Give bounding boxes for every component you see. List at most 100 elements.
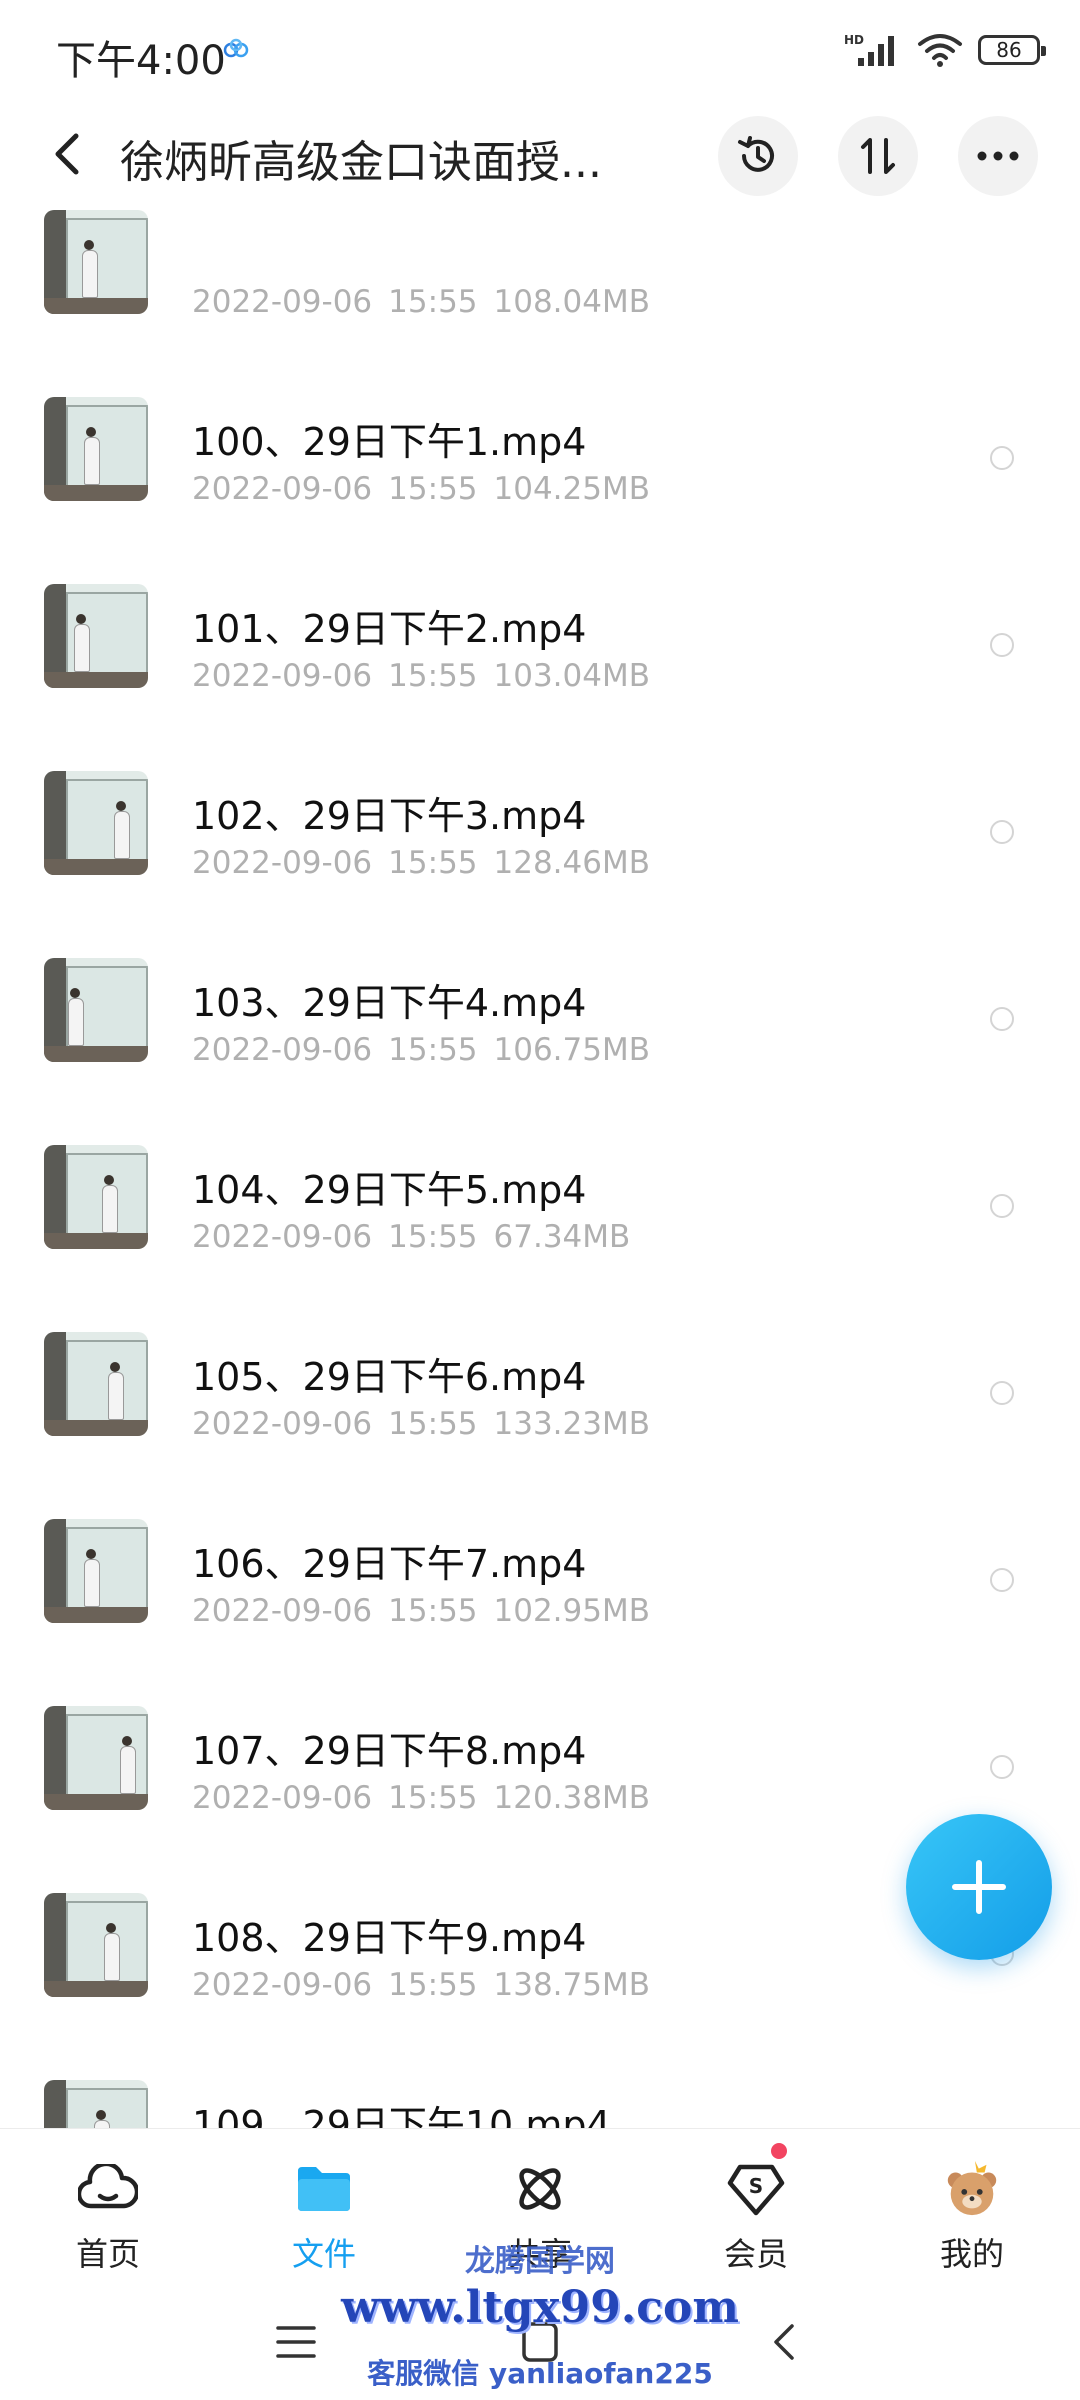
file-meta: 2022-09-06 15:55 128.46MB: [192, 845, 666, 881]
history-button[interactable]: [718, 116, 798, 196]
back-button[interactable]: [42, 124, 92, 184]
video-thumbnail: [44, 2080, 148, 2130]
file-meta: 2022-09-06 15:55 133.23MB: [192, 1406, 666, 1442]
thumb-person-head: [122, 1736, 132, 1746]
thumb-wall: [44, 2080, 66, 2130]
thumb-person: [108, 1372, 124, 1420]
file-time: 15:55: [388, 1593, 478, 1629]
file-size: 133.23MB: [493, 1406, 650, 1442]
thumb-person: [74, 624, 90, 672]
sort-button[interactable]: [838, 116, 918, 196]
thumb-person-head: [76, 614, 86, 624]
select-checkbox[interactable]: [990, 1755, 1014, 1779]
thumb-person-head: [104, 1175, 114, 1185]
share-atom-icon: [510, 2159, 570, 2219]
thumb-whiteboard: [66, 1340, 148, 1426]
thumb-person: [82, 250, 98, 298]
file-time: 15:55: [388, 284, 478, 320]
thumb-whiteboard: [66, 405, 148, 491]
file-row[interactable]: 2022-09-06 15:55 108.04MB: [0, 210, 1080, 347]
thumb-person: [120, 1746, 136, 1794]
select-checkbox[interactable]: [990, 1568, 1014, 1592]
thumb-person-head: [86, 427, 96, 437]
file-date: 2022-09-06: [192, 658, 373, 694]
file-meta: 2022-09-06 15:55 106.75MB: [192, 1032, 666, 1068]
file-date: 2022-09-06: [192, 1406, 373, 1442]
file-size: 138.75MB: [493, 1967, 650, 2003]
thumb-floor: [44, 1607, 148, 1623]
thumb-person: [104, 1933, 120, 1981]
video-thumbnail: [44, 1893, 148, 1997]
video-thumbnail: [44, 1145, 148, 1249]
file-meta: 2022-09-06 15:55 108.04MB: [192, 284, 666, 320]
network-label: HD: [844, 33, 864, 47]
file-date: 2022-09-06: [192, 845, 373, 881]
select-checkbox[interactable]: [990, 446, 1014, 470]
file-row[interactable]: 102、29日下午3.mp4 2022-09-06 15:55 128.46MB: [0, 721, 1080, 908]
thumb-person-head: [86, 1549, 96, 1559]
battery-level: 86: [996, 38, 1022, 62]
more-dots-icon: [977, 151, 1019, 161]
video-thumbnail: [44, 584, 148, 688]
file-row[interactable]: 106、29日下午7.mp4 2022-09-06 15:55 102.95MB: [0, 1469, 1080, 1656]
thumb-floor: [44, 859, 148, 875]
select-checkbox[interactable]: [990, 1007, 1014, 1031]
file-row[interactable]: 105、29日下午6.mp4 2022-09-06 15:55 133.23MB: [0, 1282, 1080, 1469]
file-row[interactable]: 101、29日下午2.mp4 2022-09-06 15:55 103.04MB: [0, 534, 1080, 721]
file-name: 105、29日下午6.mp4: [192, 1355, 587, 1399]
bear-avatar-icon: [942, 2159, 1002, 2219]
select-checkbox[interactable]: [990, 633, 1014, 657]
thumb-floor: [44, 1046, 148, 1062]
plus-icon: [952, 1860, 1006, 1914]
thumb-floor: [44, 1981, 148, 1997]
thumb-floor: [44, 1233, 148, 1249]
file-size: 108.04MB: [493, 284, 650, 320]
thumb-person-head: [84, 240, 94, 250]
video-thumbnail: [44, 397, 148, 501]
file-meta: 2022-09-06 15:55 102.95MB: [192, 1593, 666, 1629]
status-time: 下午4:00: [56, 38, 226, 84]
select-checkbox[interactable]: [990, 1381, 1014, 1405]
file-time: 15:55: [388, 845, 478, 881]
file-row[interactable]: 100、29日下午1.mp4 2022-09-06 15:55 104.25MB: [0, 347, 1080, 534]
thumb-whiteboard: [66, 779, 148, 865]
chevron-left-icon: [55, 133, 79, 175]
vip-diamond-icon: S: [726, 2159, 786, 2219]
file-date: 2022-09-06: [192, 1780, 373, 1816]
file-row[interactable]: 103、29日下午4.mp4 2022-09-06 15:55 106.75MB: [0, 908, 1080, 1095]
file-list[interactable]: 2022-09-06 15:55 108.04MB 100、29日下午1.mp4 202…: [0, 210, 1080, 2130]
signal-icon: HD: [844, 33, 894, 66]
file-time: 15:55: [388, 1780, 478, 1816]
select-checkbox[interactable]: [990, 820, 1014, 844]
file-row[interactable]: 109、29日下午10.mp42022-09-0615:5533.20MB: [0, 2030, 1080, 2130]
watermark-line2: www.ltgx99.com: [341, 2282, 739, 2333]
thumb-person: [84, 1559, 100, 1607]
thumb-person-head: [70, 988, 80, 998]
select-checkbox[interactable]: [990, 1194, 1014, 1218]
more-button[interactable]: [958, 116, 1038, 196]
file-date: 2022-09-06: [192, 471, 373, 507]
file-meta: 2022-09-06 15:55 67.34MB: [192, 1219, 646, 1255]
file-row[interactable]: 104、29日下午5.mp4 2022-09-06 15:55 67.34MB: [0, 1095, 1080, 1282]
file-time: 15:55: [388, 471, 478, 507]
file-size: 106.75MB: [493, 1032, 650, 1068]
page-title: 徐炳昕高级金口诀面授...: [120, 137, 602, 188]
video-thumbnail: [44, 1706, 148, 1810]
status-bar: 下午4:00 HD 86: [0, 0, 1080, 100]
svg-text:S: S: [749, 2174, 763, 2198]
file-name: 104、29日下午5.mp4: [192, 1168, 587, 1212]
thumb-person: [68, 998, 84, 1046]
file-time: 15:55: [388, 658, 478, 694]
thumb-person-head: [116, 801, 126, 811]
thumb-person: [84, 437, 100, 485]
file-size: 128.46MB: [493, 845, 650, 881]
file-meta: 2022-09-06 15:55 103.04MB: [192, 658, 666, 694]
thumb-person: [114, 811, 130, 859]
video-thumbnail: [44, 1332, 148, 1436]
history-icon: [738, 136, 774, 172]
file-time: 15:55: [388, 1219, 478, 1255]
add-fab-button[interactable]: [906, 1814, 1052, 1960]
wifi-icon: [918, 34, 962, 67]
file-row[interactable]: 107、29日下午8.mp4 2022-09-06 15:55 120.38MB: [0, 1656, 1080, 1843]
video-thumbnail: [44, 771, 148, 875]
